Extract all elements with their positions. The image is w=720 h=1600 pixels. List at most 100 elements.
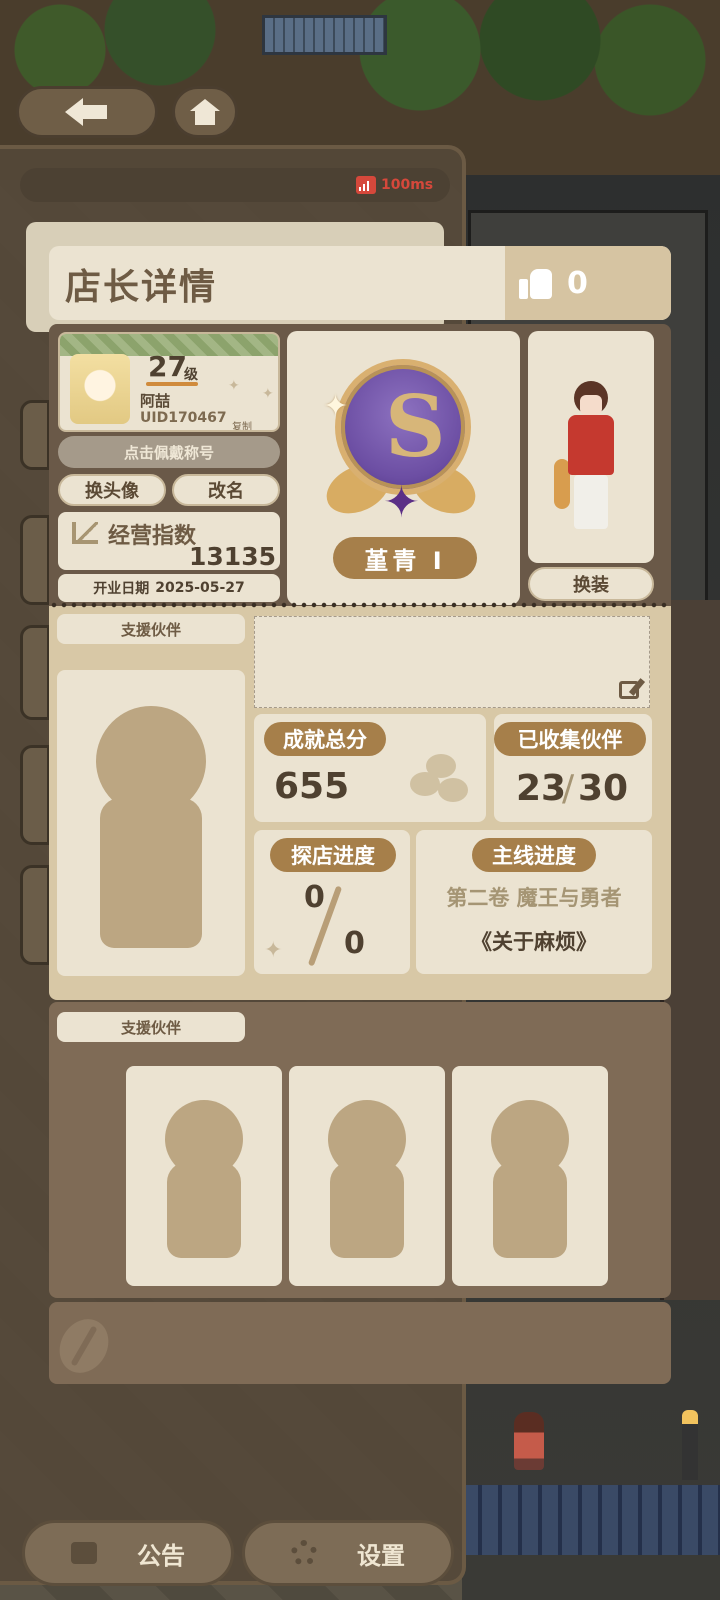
rank-badge-card: S ✦ ✦ 堇青 I: [287, 331, 520, 605]
rank-badge: S ✦ ✦: [318, 359, 484, 535]
badge-swirl-icon: S: [385, 377, 446, 476]
collected-partners-card: 已收集伙伴 23 / 30: [494, 714, 652, 822]
story-label: 主线进度: [472, 838, 596, 872]
wear-title-button[interactable]: 点击佩戴称号: [58, 436, 280, 468]
side-tab-2[interactable]: [20, 515, 50, 605]
story-chapter: 第二卷 魔王与勇者: [446, 886, 622, 910]
sparkle-icon: ✦: [262, 386, 274, 402]
signature-box[interactable]: [254, 616, 650, 708]
partner-slot-1[interactable]: [126, 1066, 282, 1286]
character-sprite: [554, 381, 620, 531]
character-body: [568, 415, 614, 475]
achievement-value: 655: [274, 766, 350, 807]
silhouette-body: [330, 1162, 404, 1258]
sparkle-icon: ✦: [323, 389, 349, 424]
modal-title: 店长详情: [65, 267, 218, 308]
bean: [438, 778, 468, 802]
level-number: 27: [148, 350, 187, 383]
chart-icon: [72, 522, 98, 544]
story-title: 《关于麻烦》: [471, 930, 597, 954]
open-date-label: 开业日期: [93, 581, 150, 597]
notice-label: 公告: [137, 1541, 185, 1570]
profile-card: 27 级 阿喆 UID170467 复制 ✦ ✦: [58, 332, 280, 432]
stats-section: 支援伙伴 成就总分 655 已收集伙伴 23 / 30 探店进度 0 0 ✦ 主…: [49, 606, 671, 1000]
home-icon: [190, 99, 220, 125]
character-card: [528, 331, 654, 563]
collected-label: 已收集伙伴: [494, 722, 646, 756]
ping-indicator: 100ms: [356, 174, 433, 196]
copy-uid-button[interactable]: 复制: [232, 418, 252, 430]
back-arrow-icon: [65, 98, 109, 126]
sparkle-icon: ✦: [264, 938, 283, 963]
silhouette-body: [100, 798, 202, 948]
coffee-beans-icon: [404, 736, 476, 802]
story-progress-card: 主线进度 第二卷 魔王与勇者 《关于麻烦》: [416, 830, 652, 974]
settings-button[interactable]: 设置: [242, 1520, 454, 1586]
change-outfit-button[interactable]: 换装: [528, 567, 654, 601]
partner-silhouette: [57, 670, 245, 976]
business-index-card: 经营指数 13135: [58, 512, 280, 571]
explore-label: 探店进度: [270, 838, 396, 872]
collected-separator: /: [562, 768, 575, 809]
open-date-value: 2025-05-27: [155, 580, 245, 596]
street-lamp: [682, 1410, 698, 1480]
edit-icon[interactable]: [619, 681, 639, 699]
partner-slot-3[interactable]: [452, 1066, 608, 1286]
like-button[interactable]: 0: [505, 246, 671, 320]
achievement-label: 成就总分: [264, 722, 386, 756]
signal-icon: [356, 176, 376, 194]
bean: [426, 754, 456, 778]
ticket-perforation: [49, 602, 671, 608]
side-tab-5[interactable]: [20, 865, 50, 965]
side-tab-4[interactable]: [20, 745, 50, 845]
like-count: 0: [567, 265, 588, 301]
partner-silhouette: [126, 1066, 282, 1286]
silhouette-body: [167, 1162, 241, 1258]
open-date: 开业日期 2025-05-27: [58, 574, 280, 602]
profile-section: 27 级 阿喆 UID170467 复制 ✦ ✦ 点击佩戴称号 换头像 改名 经…: [49, 324, 671, 614]
partner-slot-2[interactable]: [289, 1066, 445, 1286]
ping-value: 100ms: [381, 177, 434, 193]
npc-character[interactable]: [514, 1412, 544, 1470]
explore-total: 0: [344, 926, 365, 961]
badge-emblem: S: [335, 359, 471, 495]
notice-icon: [71, 1542, 97, 1564]
thumbs-up-icon: [519, 267, 553, 299]
sparkle-icon: ✦: [228, 378, 240, 394]
level-unit: 级: [184, 367, 198, 383]
home-button[interactable]: [172, 86, 238, 138]
support-partners-label: 支援伙伴: [57, 1012, 245, 1042]
rename-button[interactable]: 改名: [172, 474, 280, 506]
silhouette-body: [493, 1162, 567, 1258]
business-index-label: 经营指数: [108, 524, 197, 549]
support-partners-section: 支援伙伴: [49, 1002, 671, 1298]
owner-details-modal: 店长详情 0 27 级 阿喆 UID170467 复制 ✦ ✦ 点击佩戴称号 换…: [49, 246, 671, 1412]
partner-silhouette: [289, 1066, 445, 1286]
change-avatar-button[interactable]: 换头像: [58, 474, 166, 506]
collected-current: 23: [516, 768, 567, 809]
support-partner-label: 支援伙伴: [57, 614, 245, 644]
business-index-value: 13135: [189, 542, 276, 571]
support-partner-slot[interactable]: [57, 670, 245, 976]
partner-silhouette: [452, 1066, 608, 1286]
star-gem-icon: ✦: [383, 477, 420, 528]
back-button[interactable]: [16, 86, 158, 138]
character-face: [580, 395, 602, 415]
character-legs: [574, 475, 608, 529]
hut-roof: [262, 15, 387, 55]
nickname: 阿喆: [140, 392, 171, 410]
notice-button[interactable]: 公告: [22, 1520, 234, 1586]
side-tab-1[interactable]: [20, 400, 50, 470]
fence: [462, 1485, 720, 1555]
level-underline: [146, 382, 198, 386]
explore-current: 0: [304, 880, 325, 915]
settings-label: 设置: [357, 1541, 405, 1570]
avatar[interactable]: [70, 354, 130, 424]
gear-icon: [291, 1540, 317, 1566]
bottom-strip: [49, 1302, 671, 1384]
achievement-card: 成就总分 655: [254, 714, 486, 822]
explore-progress-card: 探店进度 0 0 ✦: [254, 830, 410, 974]
collected-total: 30: [578, 768, 629, 809]
side-tab-3[interactable]: [20, 625, 50, 720]
user-id: UID170467: [140, 410, 227, 426]
